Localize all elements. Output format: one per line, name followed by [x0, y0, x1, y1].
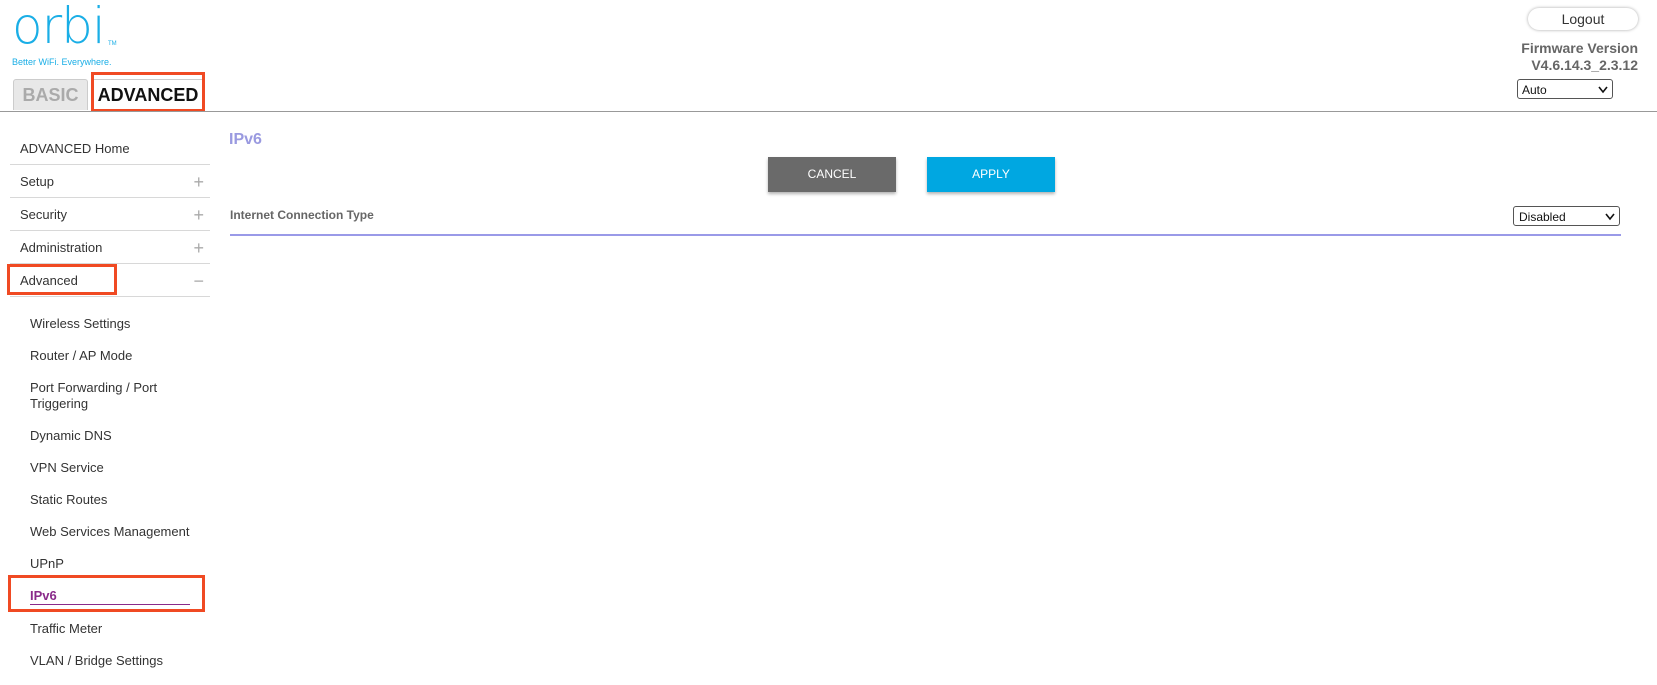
logo-trademark: TM — [108, 41, 117, 47]
sidebar-item-label: Security — [20, 207, 67, 222]
sidebar-subitem-vlan-bridge[interactable]: VLAN / Bridge Settings — [30, 653, 200, 669]
expand-plus-icon[interactable]: + — [193, 166, 204, 198]
sidebar-item-label: Administration — [20, 240, 103, 255]
language-select[interactable]: Auto — [1517, 79, 1613, 99]
chevron-down-icon — [1598, 81, 1608, 107]
tab-basic[interactable]: BASIC — [13, 79, 88, 110]
tab-advanced-highlight — [91, 72, 205, 112]
section-divider — [230, 234, 1621, 236]
firmware-version-label: Firmware Version — [1521, 40, 1638, 56]
orbi-logo: orbi TM Better WiFi. Everywhere. — [12, 0, 122, 68]
cancel-button[interactable]: CANCEL — [768, 157, 896, 192]
chevron-down-icon — [1605, 208, 1615, 234]
logo-wordmark: orbi — [12, 0, 106, 55]
sidebar-subitem-upnp[interactable]: UPnP — [30, 556, 200, 572]
sidebar-item-security[interactable]: Security + — [10, 199, 210, 231]
sidebar-subitem-router-ap-mode[interactable]: Router / AP Mode — [30, 348, 200, 364]
sidebar-ipv6-highlight — [8, 575, 205, 612]
header-divider — [0, 111, 1657, 112]
firmware-version-value: V4.6.14.3_2.3.12 — [1531, 57, 1638, 73]
sidebar-item-setup[interactable]: Setup + — [10, 166, 210, 198]
sidebar-subitem-static-routes[interactable]: Static Routes — [30, 492, 200, 508]
sidebar-item-label: ADVANCED Home — [20, 141, 130, 156]
logo-tagline: Better WiFi. Everywhere. — [12, 57, 112, 67]
language-select-value: Auto — [1522, 83, 1547, 97]
expand-plus-icon[interactable]: + — [193, 199, 204, 231]
apply-button[interactable]: APPLY — [927, 157, 1055, 192]
sidebar-advanced-highlight — [7, 264, 117, 295]
sidebar-item-administration[interactable]: Administration + — [10, 232, 210, 264]
sidebar-subitem-traffic-meter[interactable]: Traffic Meter — [30, 621, 200, 637]
connection-type-select[interactable]: Disabled — [1513, 206, 1620, 226]
sidebar-item-label: Setup — [20, 174, 54, 189]
sidebar-item-advanced-home[interactable]: ADVANCED Home — [10, 133, 210, 165]
expand-plus-icon[interactable]: + — [193, 232, 204, 264]
sidebar-subitem-port-forwarding[interactable]: Port Forwarding / Port Triggering — [30, 380, 200, 412]
page-title: IPv6 — [229, 131, 262, 148]
sidebar-subitem-wireless-settings[interactable]: Wireless Settings — [30, 316, 200, 332]
connection-type-label: Internet Connection Type — [230, 208, 374, 222]
collapse-minus-icon[interactable]: − — [193, 265, 204, 297]
sidebar-subitem-dynamic-dns[interactable]: Dynamic DNS — [30, 428, 200, 444]
sidebar-subitem-web-services-management[interactable]: Web Services Management — [30, 524, 200, 540]
connection-type-value: Disabled — [1519, 210, 1566, 224]
sidebar-subitem-vpn-service[interactable]: VPN Service — [30, 460, 200, 476]
logout-button[interactable]: Logout — [1528, 8, 1638, 30]
